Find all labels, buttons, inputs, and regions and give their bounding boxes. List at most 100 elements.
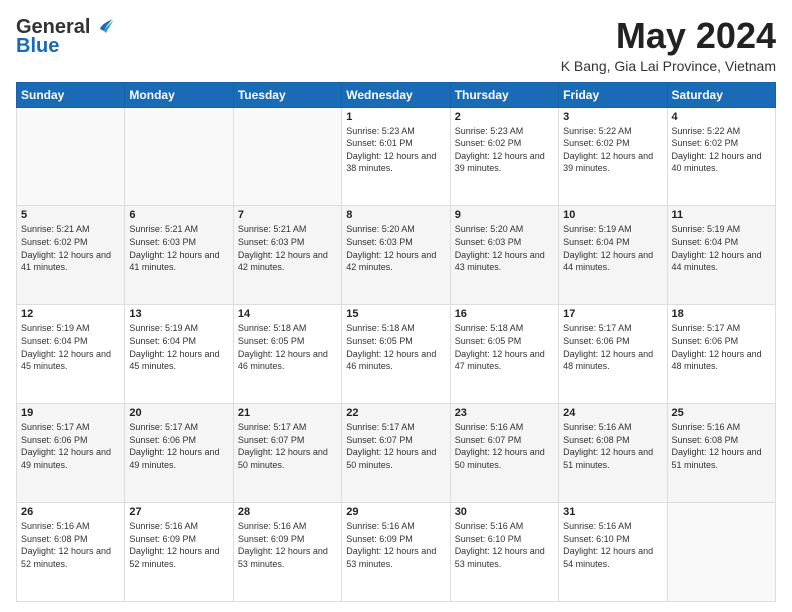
day-info: Sunrise: 5:16 AMSunset: 6:08 PMDaylight:… [672,422,762,470]
day-info: Sunrise: 5:17 AMSunset: 6:07 PMDaylight:… [238,422,328,470]
calendar-cell: 16 Sunrise: 5:18 AMSunset: 6:05 PMDaylig… [450,305,558,404]
calendar-cell: 25 Sunrise: 5:16 AMSunset: 6:08 PMDaylig… [667,404,775,503]
title-block: May 2024 K Bang, Gia Lai Province, Vietn… [561,16,776,74]
calendar-cell: 23 Sunrise: 5:16 AMSunset: 6:07 PMDaylig… [450,404,558,503]
day-info: Sunrise: 5:16 AMSunset: 6:10 PMDaylight:… [455,521,545,569]
day-info: Sunrise: 5:20 AMSunset: 6:03 PMDaylight:… [455,224,545,272]
day-number: 7 [238,209,337,221]
calendar-cell: 21 Sunrise: 5:17 AMSunset: 6:07 PMDaylig… [233,404,341,503]
day-number: 20 [129,407,228,419]
day-info: Sunrise: 5:22 AMSunset: 6:02 PMDaylight:… [563,126,653,174]
day-info: Sunrise: 5:19 AMSunset: 6:04 PMDaylight:… [672,224,762,272]
day-number: 4 [672,111,771,123]
calendar-cell: 5 Sunrise: 5:21 AMSunset: 6:02 PMDayligh… [17,206,125,305]
day-number: 3 [563,111,662,123]
day-number: 11 [672,209,771,221]
day-number: 31 [563,506,662,518]
day-info: Sunrise: 5:19 AMSunset: 6:04 PMDaylight:… [563,224,653,272]
calendar-cell: 2 Sunrise: 5:23 AMSunset: 6:02 PMDayligh… [450,107,558,206]
day-info: Sunrise: 5:16 AMSunset: 6:08 PMDaylight:… [563,422,653,470]
day-info: Sunrise: 5:23 AMSunset: 6:01 PMDaylight:… [346,126,436,174]
calendar-cell: 22 Sunrise: 5:17 AMSunset: 6:07 PMDaylig… [342,404,450,503]
calendar-cell [125,107,233,206]
col-sunday: Sunday [17,82,125,107]
day-number: 25 [672,407,771,419]
day-info: Sunrise: 5:16 AMSunset: 6:10 PMDaylight:… [563,521,653,569]
day-number: 16 [455,308,554,320]
day-number: 28 [238,506,337,518]
day-info: Sunrise: 5:21 AMSunset: 6:03 PMDaylight:… [238,224,328,272]
calendar-cell: 10 Sunrise: 5:19 AMSunset: 6:04 PMDaylig… [559,206,667,305]
day-info: Sunrise: 5:16 AMSunset: 6:09 PMDaylight:… [346,521,436,569]
calendar-cell: 1 Sunrise: 5:23 AMSunset: 6:01 PMDayligh… [342,107,450,206]
day-number: 10 [563,209,662,221]
day-info: Sunrise: 5:22 AMSunset: 6:02 PMDaylight:… [672,126,762,174]
calendar-cell [233,107,341,206]
calendar-cell: 24 Sunrise: 5:16 AMSunset: 6:08 PMDaylig… [559,404,667,503]
day-number: 24 [563,407,662,419]
day-number: 17 [563,308,662,320]
calendar-cell: 4 Sunrise: 5:22 AMSunset: 6:02 PMDayligh… [667,107,775,206]
calendar-cell: 13 Sunrise: 5:19 AMSunset: 6:04 PMDaylig… [125,305,233,404]
day-info: Sunrise: 5:17 AMSunset: 6:06 PMDaylight:… [563,323,653,371]
day-number: 26 [21,506,120,518]
day-number: 15 [346,308,445,320]
calendar-cell: 12 Sunrise: 5:19 AMSunset: 6:04 PMDaylig… [17,305,125,404]
calendar-cell: 17 Sunrise: 5:17 AMSunset: 6:06 PMDaylig… [559,305,667,404]
logo: General Blue [16,16,114,58]
day-number: 9 [455,209,554,221]
day-info: Sunrise: 5:21 AMSunset: 6:03 PMDaylight:… [129,224,219,272]
day-info: Sunrise: 5:21 AMSunset: 6:02 PMDaylight:… [21,224,111,272]
day-info: Sunrise: 5:16 AMSunset: 6:07 PMDaylight:… [455,422,545,470]
header: General Blue May 2024 K Bang, Gia Lai Pr… [16,16,776,74]
day-number: 8 [346,209,445,221]
col-thursday: Thursday [450,82,558,107]
calendar-cell: 6 Sunrise: 5:21 AMSunset: 6:03 PMDayligh… [125,206,233,305]
calendar-cell: 14 Sunrise: 5:18 AMSunset: 6:05 PMDaylig… [233,305,341,404]
day-number: 5 [21,209,120,221]
logo-bird-icon [92,15,114,37]
col-monday: Monday [125,82,233,107]
day-info: Sunrise: 5:19 AMSunset: 6:04 PMDaylight:… [21,323,111,371]
page: General Blue May 2024 K Bang, Gia Lai Pr… [0,0,792,612]
calendar-cell: 8 Sunrise: 5:20 AMSunset: 6:03 PMDayligh… [342,206,450,305]
calendar-cell: 30 Sunrise: 5:16 AMSunset: 6:10 PMDaylig… [450,503,558,602]
day-number: 12 [21,308,120,320]
day-info: Sunrise: 5:17 AMSunset: 6:06 PMDaylight:… [21,422,111,470]
calendar-cell [667,503,775,602]
col-tuesday: Tuesday [233,82,341,107]
day-info: Sunrise: 5:23 AMSunset: 6:02 PMDaylight:… [455,126,545,174]
month-title: May 2024 [561,16,776,56]
calendar-cell: 28 Sunrise: 5:16 AMSunset: 6:09 PMDaylig… [233,503,341,602]
day-info: Sunrise: 5:17 AMSunset: 6:06 PMDaylight:… [129,422,219,470]
day-info: Sunrise: 5:17 AMSunset: 6:06 PMDaylight:… [672,323,762,371]
calendar-table: Sunday Monday Tuesday Wednesday Thursday… [16,82,776,602]
calendar-cell: 19 Sunrise: 5:17 AMSunset: 6:06 PMDaylig… [17,404,125,503]
calendar-cell: 18 Sunrise: 5:17 AMSunset: 6:06 PMDaylig… [667,305,775,404]
day-number: 19 [21,407,120,419]
day-number: 2 [455,111,554,123]
day-number: 14 [238,308,337,320]
day-number: 1 [346,111,445,123]
day-info: Sunrise: 5:19 AMSunset: 6:04 PMDaylight:… [129,323,219,371]
calendar-cell: 3 Sunrise: 5:22 AMSunset: 6:02 PMDayligh… [559,107,667,206]
day-info: Sunrise: 5:16 AMSunset: 6:09 PMDaylight:… [238,521,328,569]
day-number: 30 [455,506,554,518]
calendar-cell: 26 Sunrise: 5:16 AMSunset: 6:08 PMDaylig… [17,503,125,602]
col-friday: Friday [559,82,667,107]
location-title: K Bang, Gia Lai Province, Vietnam [561,58,776,74]
day-info: Sunrise: 5:18 AMSunset: 6:05 PMDaylight:… [238,323,328,371]
day-info: Sunrise: 5:16 AMSunset: 6:09 PMDaylight:… [129,521,219,569]
calendar-cell: 20 Sunrise: 5:17 AMSunset: 6:06 PMDaylig… [125,404,233,503]
calendar-cell [17,107,125,206]
day-info: Sunrise: 5:20 AMSunset: 6:03 PMDaylight:… [346,224,436,272]
calendar-cell: 31 Sunrise: 5:16 AMSunset: 6:10 PMDaylig… [559,503,667,602]
day-info: Sunrise: 5:18 AMSunset: 6:05 PMDaylight:… [346,323,436,371]
col-saturday: Saturday [667,82,775,107]
day-number: 6 [129,209,228,221]
day-number: 22 [346,407,445,419]
calendar-cell: 11 Sunrise: 5:19 AMSunset: 6:04 PMDaylig… [667,206,775,305]
day-number: 27 [129,506,228,518]
day-info: Sunrise: 5:16 AMSunset: 6:08 PMDaylight:… [21,521,111,569]
day-number: 21 [238,407,337,419]
